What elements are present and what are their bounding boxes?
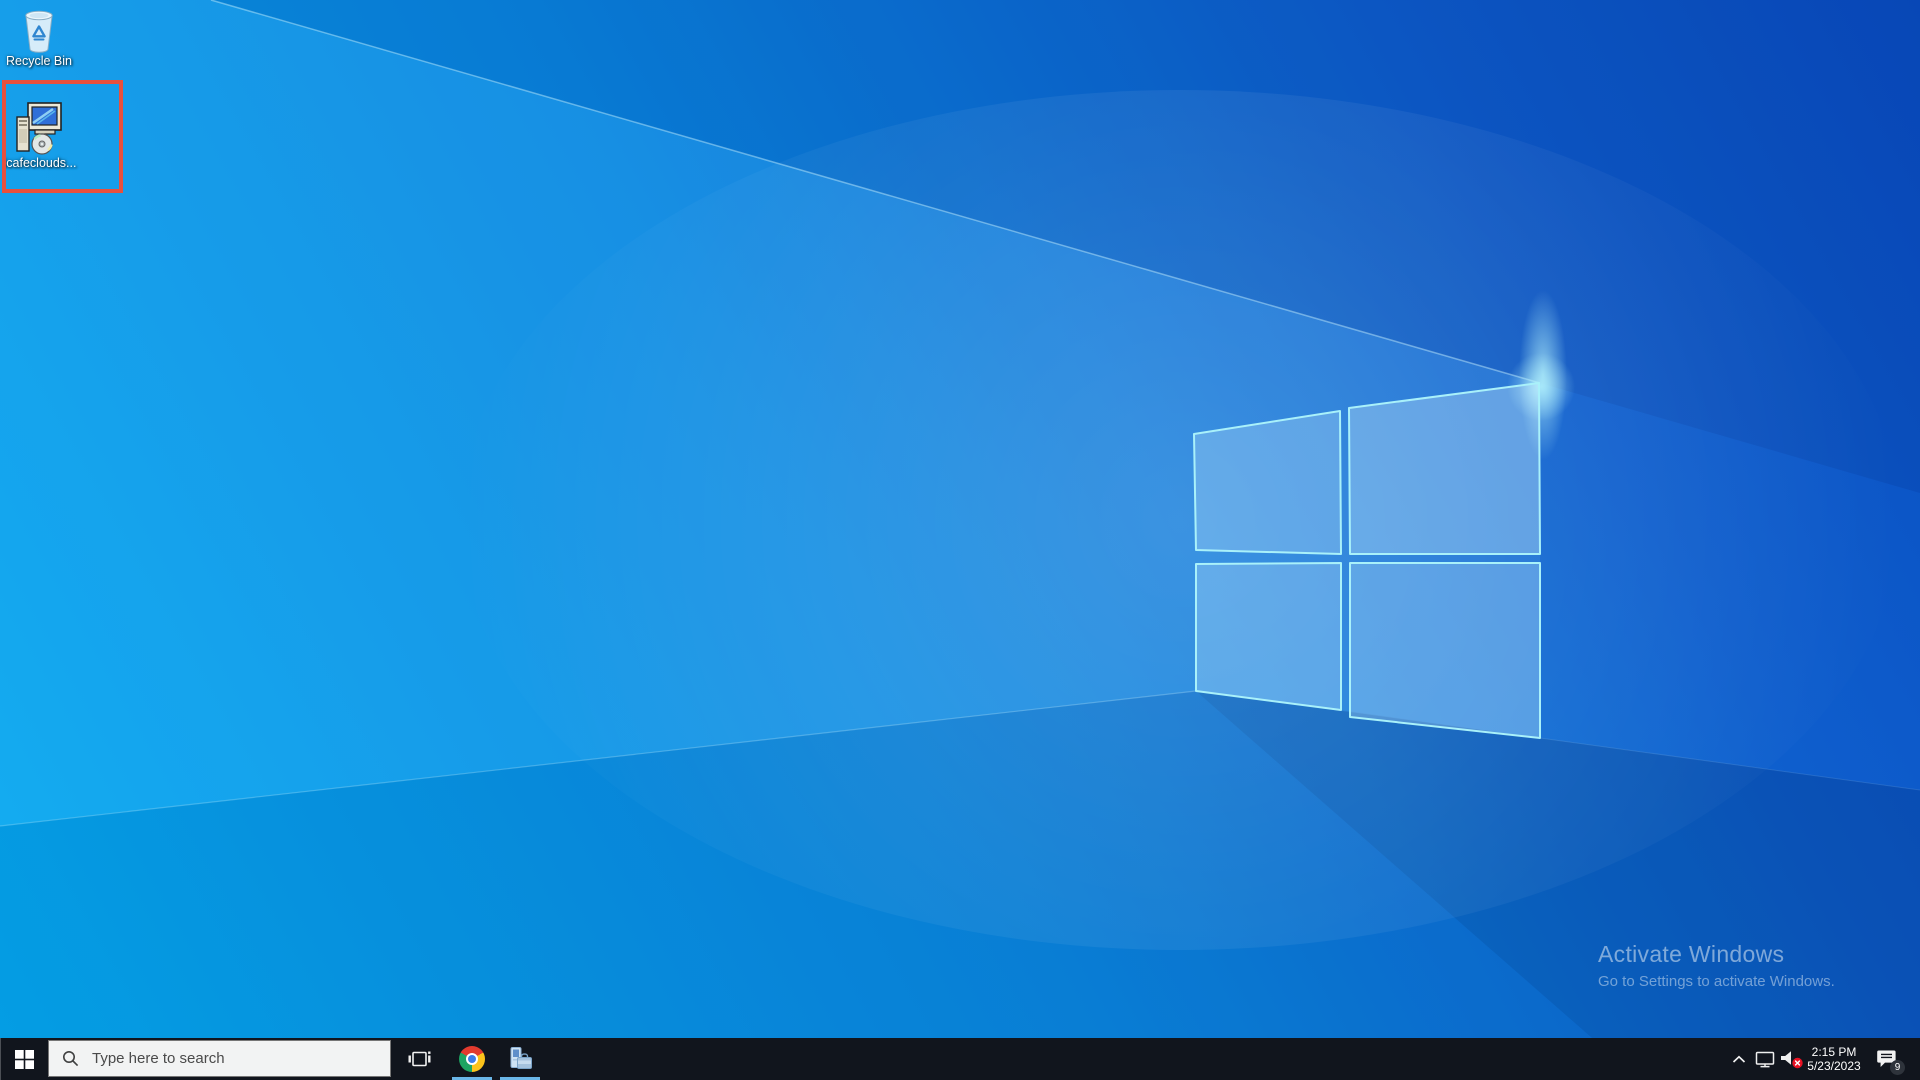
task-view-button[interactable]: [394, 1038, 444, 1080]
volume-tray-button[interactable]: [1778, 1038, 1806, 1080]
windows-desktop: Recycle Bin icafeclouds... Activate Wind…: [0, 0, 1920, 1080]
setup-wizard-icon: [510, 1047, 532, 1069]
windows-logo-icon: [14, 1049, 34, 1069]
notification-badge: 9: [1890, 1060, 1905, 1075]
start-button[interactable]: [0, 1038, 48, 1080]
chrome-icon: [459, 1046, 485, 1072]
network-ethernet-icon: [1755, 1051, 1775, 1067]
annotation-highlight-box: [2, 80, 123, 193]
clock-time: 2:15 PM: [1811, 1045, 1857, 1059]
windows10-wallpaper: [0, 0, 1920, 1080]
installer-taskbar-button[interactable]: [496, 1038, 544, 1080]
search-icon: [63, 1051, 79, 1067]
network-tray-button[interactable]: [1752, 1038, 1778, 1080]
activate-windows-watermark: Activate Windows Go to Settings to activ…: [1598, 941, 1835, 990]
taskbar-search[interactable]: [48, 1040, 391, 1077]
chevron-up-icon: [1732, 1055, 1746, 1063]
show-hidden-icons-button[interactable]: [1726, 1038, 1752, 1080]
task-view-icon: [408, 1051, 430, 1067]
action-center-button[interactable]: 9: [1864, 1038, 1908, 1080]
volume-muted-icon: [1781, 1050, 1803, 1068]
desktop-icon-recycle-bin[interactable]: Recycle Bin: [0, 6, 78, 68]
clock-date: 5/23/2023: [1807, 1059, 1861, 1073]
chrome-taskbar-button[interactable]: [448, 1038, 496, 1080]
watermark-title: Activate Windows: [1598, 941, 1785, 967]
recycle-bin-icon: [25, 10, 53, 53]
taskbar-clock[interactable]: 2:15 PM 5/23/2023: [1804, 1038, 1864, 1080]
search-input[interactable]: [90, 1049, 390, 1068]
desktop-icon-label: Recycle Bin: [6, 54, 72, 68]
taskbar: 2:15 PM 5/23/2023 9: [0, 1038, 1920, 1080]
watermark-subtitle: Go to Settings to activate Windows.: [1598, 973, 1835, 990]
